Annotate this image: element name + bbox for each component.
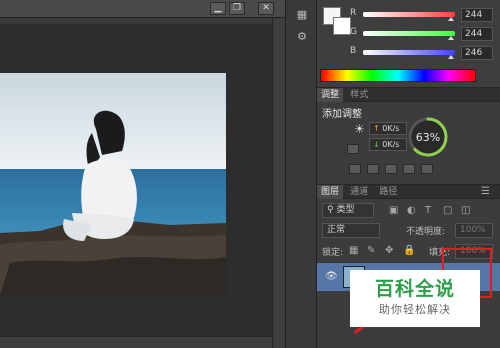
opacity-field[interactable]: 100% [455,223,493,238]
tab-styles[interactable]: 样式 [346,88,372,102]
watermark: 百科全说 助你轻松解决 [350,270,480,327]
tab-paths[interactable]: 路径 [375,185,401,199]
search-icon: ⚲ [327,205,334,215]
photo-canvas[interactable] [0,73,226,295]
close-button[interactable]: ✕ [258,2,274,15]
adjustment-filter-icon[interactable]: ◐ [407,205,416,216]
download-speed: ↓ 0K/s [369,138,407,151]
lock-paint-icon[interactable]: ✎ [367,245,375,256]
channel-slider-thumb[interactable] [448,36,454,40]
smart-object-filter-icon[interactable]: ◫ [461,205,470,216]
layer-filter-label: 类型 [336,205,355,215]
lock-move-icon[interactable]: ✥ [385,245,393,256]
upload-speed-value: 0K/s [382,124,400,133]
adjustments-panel: 调整 样式 添加调整 ☀ ↑ 0K/s ↓ 0K/s 63% [317,88,500,185]
tab-layers[interactable]: 图层 [317,185,344,199]
channel-value-r[interactable]: 244 [461,8,493,22]
shape-filter-icon[interactable]: ▢ [443,205,452,216]
pixel-filter-icon[interactable]: ▣ [389,205,398,216]
gauge-value: 63% [416,131,440,144]
adjustments-title: 添加调整 [322,109,362,120]
channel-slider-thumb[interactable] [448,17,454,21]
horizontal-scrollbar[interactable] [0,336,272,348]
watermark-title: 百科全说 [374,278,455,300]
lock-label: 锁定: [322,248,344,258]
blend-mode-select[interactable]: 正常 [322,223,380,238]
actions-icon[interactable]: ⚙ [294,30,310,44]
channel-value-g[interactable]: 244 [461,27,493,41]
channel-label-g: G [350,27,357,37]
visibility-eye-icon[interactable]: 👁 [325,271,338,282]
speed-gauge: 63% [408,117,448,157]
black-white-icon[interactable] [403,164,415,174]
levels-icon[interactable] [347,144,359,154]
down-arrow-icon: ↓ [373,140,380,149]
lock-transparent-icon[interactable]: ▦ [349,245,358,256]
collapsed-panel-strip: ▦ ⚙ [285,0,317,348]
opacity-label: 不透明度: [406,227,446,237]
channel-label-r: R [350,8,357,18]
channel-slider-b[interactable] [363,50,455,55]
upload-speed: ↑ 0K/s [369,122,407,135]
channel-value-b[interactable]: 246 [461,46,493,60]
brightness-icon[interactable]: ☀ [354,122,365,136]
channel-slider-g[interactable] [363,31,455,36]
download-speed-value: 0K/s [382,140,400,149]
color-spectrum[interactable] [320,69,476,82]
channel-label-b: B [350,46,357,56]
document-window: ▁ ❐ ✕ [0,0,285,348]
minimize-button[interactable]: ▁ [210,2,226,15]
tab-channels[interactable]: 通道 [346,185,372,199]
channel-slider-r[interactable] [363,12,455,17]
document-titlebar: ▁ ❐ ✕ [0,0,285,18]
vertical-scrollbar[interactable] [272,18,285,348]
history-icon[interactable]: ▦ [294,8,310,22]
channel-slider-thumb[interactable] [448,55,454,59]
restore-button[interactable]: ❐ [229,2,245,15]
panel-menu-icon[interactable]: ☰ [481,186,490,197]
type-filter-icon[interactable]: T [425,205,431,216]
color-balance-icon[interactable] [385,164,397,174]
layers-tabs: 图层 通道 路径 [317,185,500,199]
photoshop-workspace: ▁ ❐ ✕ ▦ ⚙ R 244 G 244 B 246 调整 样式 添加调整 ☀… [0,0,500,348]
adjustments-tabs: 调整 样式 [317,88,500,102]
background-color-swatch[interactable] [333,17,351,35]
hue-saturation-icon[interactable] [367,164,379,174]
photo-image [0,73,226,295]
exposure-icon[interactable] [349,164,361,174]
tab-adjustments[interactable]: 调整 [317,88,344,102]
watermark-subtitle: 助你轻松解决 [379,303,451,316]
layer-filter-select[interactable]: ⚲ 类型 [322,203,374,218]
lock-all-icon[interactable]: 🔒 [403,245,415,256]
up-arrow-icon: ↑ [373,124,380,133]
color-panel: R 244 G 244 B 246 [317,0,500,88]
photo-filter-icon[interactable] [421,164,433,174]
